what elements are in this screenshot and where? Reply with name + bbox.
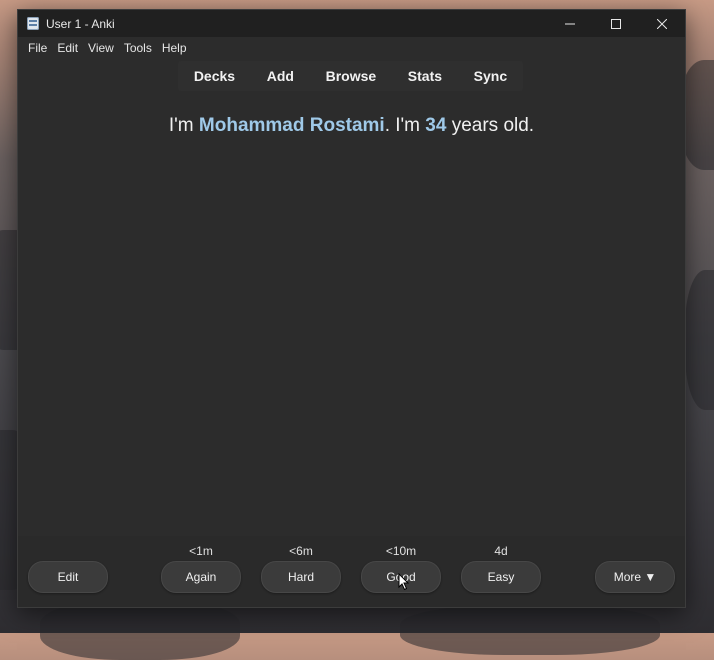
wallpaper-rock [40,600,240,660]
good-interval: <10m [385,544,417,558]
maximize-button[interactable] [593,10,639,37]
hard-button[interactable]: Hard [261,561,341,593]
mouse-cursor-icon [398,573,410,591]
toolbar-decks[interactable]: Decks [194,68,235,84]
menu-bar: File Edit View Tools Help [18,37,685,59]
window-title: User 1 - Anki [46,16,115,31]
review-bottom-bar [18,536,685,607]
card-text-prefix: I'm [168,115,199,136]
title-bar[interactable]: User 1 - Anki [18,10,685,37]
wallpaper-rock [400,605,660,655]
menu-edit[interactable]: Edit [52,39,83,57]
card-text-middle: . I'm [384,115,426,136]
menu-file[interactable]: File [23,39,52,57]
easy-interval: 4d [494,544,508,558]
card-name: Mohammad Rostami [198,115,385,136]
anki-app-icon [27,17,39,30]
card-age: 34 [425,115,447,136]
edit-button[interactable]: Edit [28,561,108,593]
toolbar-stats[interactable]: Stats [408,68,442,84]
maximize-icon [611,18,621,29]
toolbar-add[interactable]: Add [267,68,294,84]
toolbar-sync[interactable]: Sync [474,68,507,84]
easy-button[interactable]: Easy [461,561,541,593]
menu-tools[interactable]: Tools [119,39,157,57]
close-icon [657,18,667,29]
hard-interval: <6m [289,544,313,558]
minimize-icon [565,23,575,24]
more-button[interactable]: More ▼ [595,561,675,593]
card-content: I'm Mohammad Rostami. I'm 34 years old. [18,115,685,137]
anki-window: User 1 - Anki File Edit View Tools Help … [17,9,686,608]
main-toolbar: Decks Add Browse Stats Sync [178,61,523,91]
minimize-button[interactable] [547,10,593,37]
card-text-suffix: years old. [446,115,535,136]
close-button[interactable] [639,10,685,37]
again-button[interactable]: Again [161,561,241,593]
wallpaper-rock [685,270,714,410]
menu-help[interactable]: Help [157,39,192,57]
again-interval: <1m [189,544,213,558]
menu-view[interactable]: View [83,39,119,57]
toolbar-browse[interactable]: Browse [326,68,377,84]
